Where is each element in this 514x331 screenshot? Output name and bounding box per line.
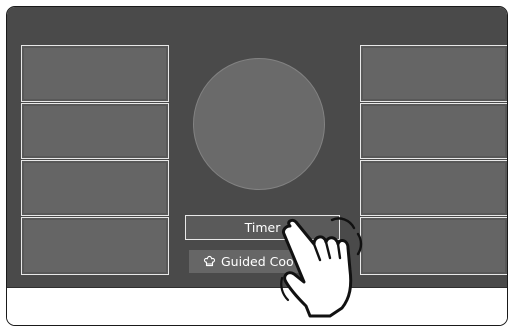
chef-hat-icon (203, 255, 216, 268)
left-burner-zone-4[interactable] (21, 217, 169, 275)
guided-cooking-label: Guided Coo (221, 254, 294, 269)
right-burner-zone-4[interactable] (360, 217, 507, 275)
cooktop-control-panel: Timer Guided Coo (6, 6, 508, 326)
left-burner-zone-2[interactable] (21, 103, 169, 159)
right-burner-zone-2[interactable] (360, 103, 507, 159)
right-burner-zone-1[interactable] (360, 45, 507, 102)
canvas: Timer Guided Coo (0, 0, 514, 331)
left-burner-zone-3[interactable] (21, 160, 169, 216)
control-screen: Timer Guided Coo (7, 7, 507, 288)
center-control-dial[interactable] (193, 58, 325, 190)
left-burner-zone-1[interactable] (21, 45, 169, 102)
timer-label: Timer (244, 220, 281, 235)
right-burner-zone-3[interactable] (360, 160, 507, 216)
timer-button[interactable]: Timer (185, 215, 340, 240)
guided-cooking-button[interactable]: Guided Coo (189, 250, 340, 273)
panel-bottom-strip (7, 288, 507, 325)
